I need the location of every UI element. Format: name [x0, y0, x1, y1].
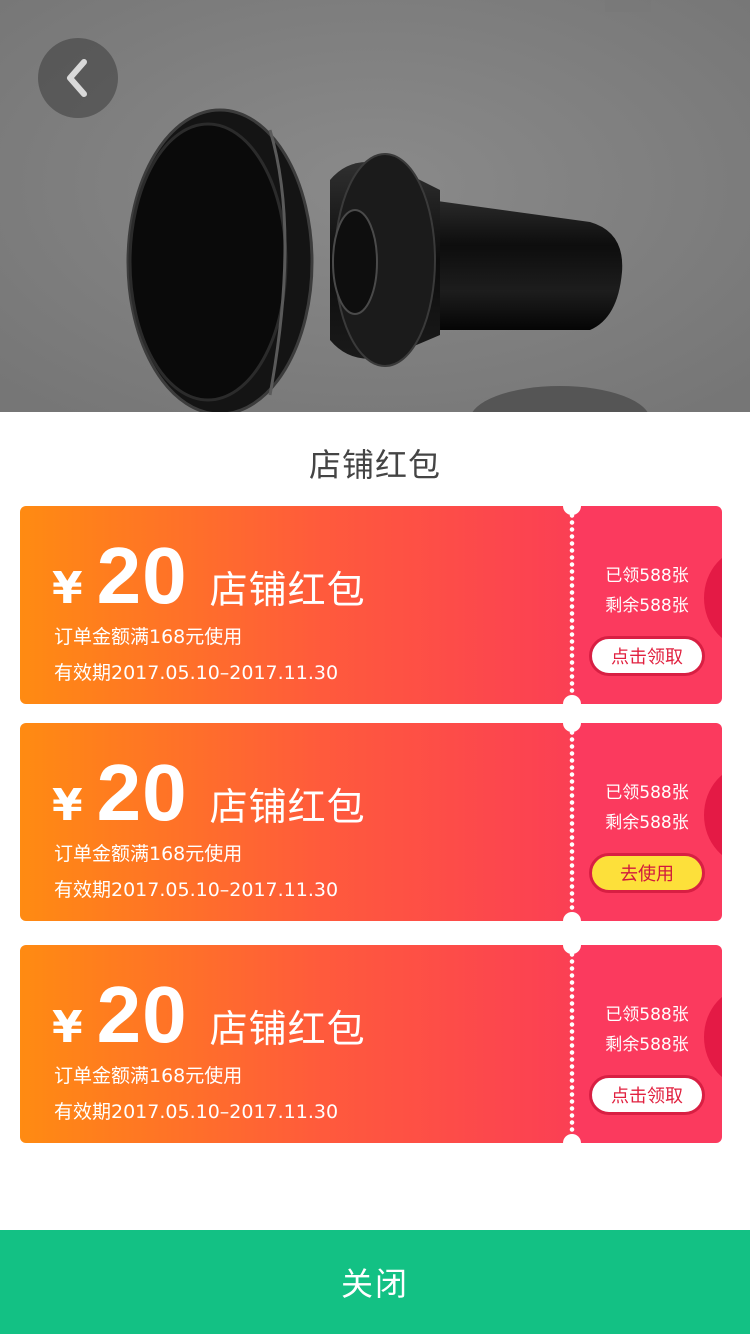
status-chip [605, 0, 651, 12]
remaining-count: 剩余588张 [605, 596, 689, 616]
coupon-notch [563, 497, 581, 515]
coupon-name: 店铺红包 [209, 568, 366, 612]
coupon-body: ¥ 20 店铺红包 订单金额满168元使用 有效期2017.05.10–2017… [20, 945, 572, 1143]
currency-symbol: ¥ [52, 780, 83, 831]
chevron-left-icon [67, 59, 87, 97]
currency-symbol: ¥ [52, 1002, 83, 1053]
coupon-perforation [569, 512, 575, 698]
coupon-notch [563, 695, 581, 713]
coupon-card: ¥ 20 店铺红包 订单金额满168元使用 有效期2017.05.10–2017… [16, 936, 722, 1152]
claimed-count: 已领588张 [605, 1005, 689, 1025]
coupon-card: ¥ 20 店铺红包 订单金额满168元使用 有效期2017.05.10–2017… [16, 497, 722, 713]
claimed-count: 已领588张 [605, 566, 689, 586]
coupon-stub: 已领588张 剩余588张 点击领取 [572, 506, 722, 704]
back-button[interactable] [38, 38, 118, 118]
coupon-condition: 订单金额满168元使用 [54, 843, 243, 865]
coupon-edge [16, 512, 24, 698]
coupon-amount: 20 [96, 531, 188, 620]
coupon-notch [563, 714, 581, 732]
claim-button[interactable]: 点击领取 [589, 636, 705, 676]
coupon-edge [16, 729, 24, 915]
coupon-edge [16, 951, 24, 1137]
red-packet-sheet: 店铺红包 ¥ 20 店铺红包 订单金额满168元使用 有效期2017.05.10… [0, 412, 750, 1334]
sheet-title: 店铺红包 [308, 446, 441, 484]
coupon-notch [563, 936, 581, 954]
coupon-validity: 有效期2017.05.10–2017.11.30 [54, 879, 339, 901]
coupon-stub: 已领588张 剩余588张 去使用 [572, 723, 722, 921]
close-button[interactable]: 关闭 [0, 1230, 750, 1334]
coupon-amount-row: ¥ 20 店铺红包 [52, 530, 366, 620]
use-button[interactable]: 去使用 [589, 853, 705, 893]
coupon-body: ¥ 20 店铺红包 订单金额满168元使用 有效期2017.05.10–2017… [20, 723, 572, 921]
remaining-count: 剩余588张 [605, 813, 689, 833]
coupon-amount-row: ¥ 20 店铺红包 [52, 969, 366, 1059]
coupon-amount: 20 [96, 748, 188, 837]
coupon-perforation [569, 951, 575, 1137]
coupon-amount: 20 [96, 970, 188, 1059]
coupon-name: 店铺红包 [209, 785, 366, 829]
coupon-card: ¥ 20 店铺红包 订单金额满168元使用 有效期2017.05.10–2017… [16, 714, 722, 930]
red-packet-screen: 店铺红包 ¥ 20 店铺红包 订单金额满168元使用 有效期2017.05.10… [0, 0, 750, 1334]
remaining-count: 剩余588张 [605, 1035, 689, 1055]
currency-symbol: ¥ [52, 563, 83, 614]
coupon-perforation [569, 729, 575, 915]
coupon-stub: 已领588张 剩余588张 点击领取 [572, 945, 722, 1143]
coupon-amount-row: ¥ 20 店铺红包 [52, 747, 366, 837]
coupon-body: ¥ 20 店铺红包 订单金额满168元使用 有效期2017.05.10–2017… [20, 506, 572, 704]
coupon-validity: 有效期2017.05.10–2017.11.30 [54, 662, 339, 684]
coupon-notch [563, 912, 581, 930]
product-image [0, 0, 750, 412]
claimed-count: 已领588张 [605, 783, 689, 803]
claim-button[interactable]: 点击领取 [589, 1075, 705, 1115]
coupon-condition: 订单金额满168元使用 [54, 626, 243, 648]
coupon-condition: 订单金额满168元使用 [54, 1065, 243, 1087]
coupon-validity: 有效期2017.05.10–2017.11.30 [54, 1101, 339, 1123]
coupon-notch [563, 1134, 581, 1152]
coupon-name: 店铺红包 [209, 1007, 366, 1051]
